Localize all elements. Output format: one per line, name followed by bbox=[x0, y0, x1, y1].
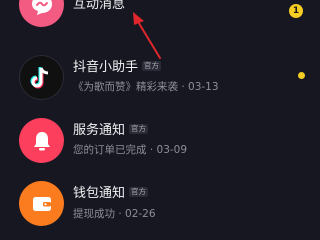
message-title: 钱包通知 bbox=[73, 186, 126, 201]
interactions-avatar bbox=[19, 0, 64, 27]
unread-dot bbox=[298, 72, 305, 79]
message-row-wallet-notice[interactable]: 钱包通知 官方 提现成功 · 02-26 bbox=[0, 180, 320, 240]
bell-icon bbox=[33, 131, 50, 150]
message-row-service-notice[interactable]: 服务通知 官方 您的订单已完成 · 03-09 bbox=[0, 115, 320, 175]
annotation-arrow-icon bbox=[133, 12, 161, 59]
message-title: 互动消息 bbox=[73, 0, 126, 12]
message-title: 服务通知 bbox=[73, 123, 126, 138]
tiktok-logo-icon bbox=[30, 66, 48, 88]
official-tag: 官方 bbox=[129, 124, 148, 135]
service-notice-avatar bbox=[19, 118, 64, 163]
unread-count-badge: 1 bbox=[289, 4, 303, 18]
message-preview: 《为歌而赞》精彩来袭 · 03-13 bbox=[73, 81, 219, 93]
message-preview: 提现成功 · 02-26 bbox=[73, 208, 156, 220]
wallet-icon bbox=[32, 196, 51, 211]
official-tag: 官方 bbox=[129, 187, 148, 198]
chat-bubble-icon bbox=[31, 0, 52, 15]
wallet-notice-avatar bbox=[19, 181, 64, 226]
message-preview: 您的订单已完成 · 03-09 bbox=[73, 144, 188, 156]
douyin-assistant-avatar bbox=[19, 55, 64, 100]
